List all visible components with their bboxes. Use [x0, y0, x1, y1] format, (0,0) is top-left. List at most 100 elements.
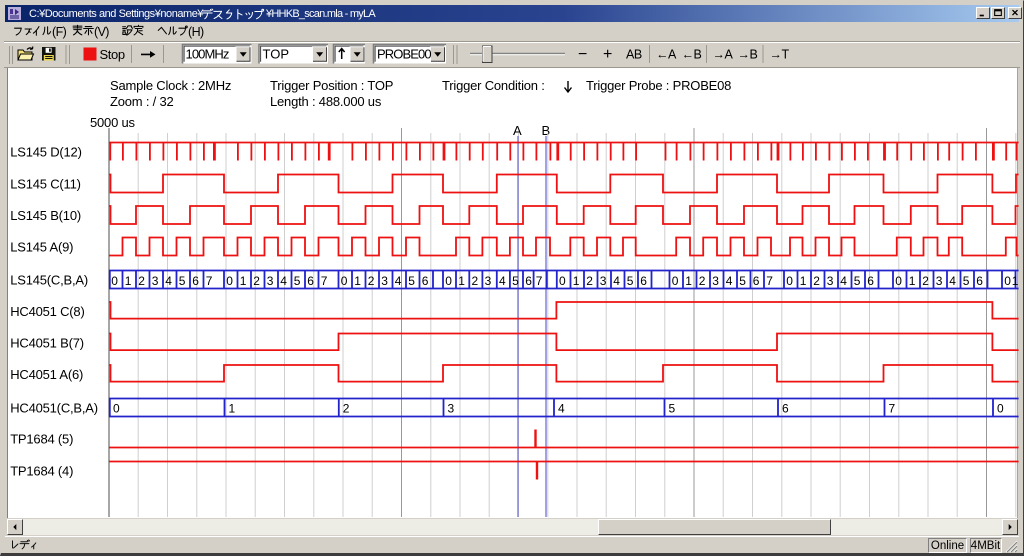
- svg-text:2: 2: [922, 274, 929, 288]
- svg-text:6: 6: [867, 274, 874, 288]
- svg-text:→A: →A: [713, 48, 734, 62]
- svg-text:HC4051 C(8): HC4051 C(8): [10, 304, 84, 319]
- svg-text:←B: ←B: [682, 48, 702, 62]
- svg-text:4: 4: [613, 274, 620, 288]
- svg-text:5: 5: [854, 274, 861, 288]
- svg-text:4: 4: [395, 274, 402, 288]
- svg-text:LS145(C,B,A): LS145(C,B,A): [10, 273, 88, 288]
- svg-text:0: 0: [226, 274, 233, 288]
- svg-text:0: 0: [445, 274, 452, 288]
- svg-text:PROBE00: PROBE00: [377, 47, 431, 62]
- svg-text:→B: →B: [738, 48, 758, 62]
- svg-text:Trigger Probe : PROBE08: Trigger Probe : PROBE08: [586, 78, 731, 93]
- svg-text:4: 4: [840, 274, 847, 288]
- svg-text:5: 5: [512, 274, 519, 288]
- svg-text:0: 0: [559, 274, 566, 288]
- svg-text:4: 4: [949, 274, 956, 288]
- svg-text:1: 1: [800, 274, 807, 288]
- svg-text:Trigger Position : TOP: Trigger Position : TOP: [270, 78, 393, 93]
- svg-text:LS145 D(12): LS145 D(12): [10, 145, 82, 160]
- svg-text:6: 6: [422, 274, 429, 288]
- svg-text:Zoom : / 32: Zoom : / 32: [110, 94, 174, 109]
- svg-text:HC4051 B(7): HC4051 B(7): [10, 336, 84, 351]
- svg-text:7: 7: [536, 274, 543, 288]
- svg-text:Length : 488.000 us: Length : 488.000 us: [270, 94, 382, 109]
- svg-text:7: 7: [766, 274, 773, 288]
- svg-text:5: 5: [669, 402, 676, 416]
- svg-text:0: 0: [1004, 274, 1011, 288]
- svg-text:3: 3: [152, 274, 159, 288]
- svg-text:LS145 A(9): LS145 A(9): [10, 240, 73, 255]
- svg-text:2: 2: [586, 274, 593, 288]
- svg-text:2: 2: [472, 274, 479, 288]
- svg-text:0: 0: [895, 274, 902, 288]
- svg-text:3: 3: [267, 274, 274, 288]
- svg-text:1: 1: [909, 274, 916, 288]
- svg-text:3: 3: [712, 274, 719, 288]
- svg-text:HC4051 A(6): HC4051 A(6): [10, 367, 83, 382]
- svg-text:1: 1: [240, 274, 247, 288]
- svg-text:2: 2: [813, 274, 820, 288]
- svg-text:Sample Clock : 2MHz: Sample Clock : 2MHz: [110, 78, 231, 93]
- svg-text:5: 5: [627, 274, 634, 288]
- svg-text:1: 1: [458, 274, 465, 288]
- svg-text:7: 7: [321, 274, 328, 288]
- svg-text:6: 6: [192, 274, 199, 288]
- svg-text:6: 6: [307, 274, 314, 288]
- svg-text:3: 3: [381, 274, 388, 288]
- svg-text:0: 0: [341, 274, 348, 288]
- svg-text:1: 1: [573, 274, 580, 288]
- svg-text:5000 us: 5000 us: [90, 115, 136, 130]
- svg-text:5: 5: [294, 274, 301, 288]
- svg-text:2: 2: [138, 274, 145, 288]
- svg-text:0: 0: [786, 274, 793, 288]
- svg-text:4: 4: [499, 274, 506, 288]
- svg-text:0: 0: [672, 274, 679, 288]
- svg-text:1: 1: [354, 274, 361, 288]
- svg-text:AB: AB: [626, 48, 642, 62]
- svg-text:7: 7: [889, 402, 896, 416]
- svg-text:5: 5: [179, 274, 186, 288]
- svg-text:Stop: Stop: [100, 47, 125, 62]
- svg-text:3: 3: [448, 402, 455, 416]
- svg-text:+: +: [603, 46, 612, 63]
- svg-text:2: 2: [253, 274, 260, 288]
- svg-text:2: 2: [699, 274, 706, 288]
- svg-text:3: 3: [485, 274, 492, 288]
- svg-text:TP1684 (4): TP1684 (4): [10, 464, 73, 479]
- svg-text:1: 1: [229, 402, 236, 416]
- svg-text:LS145 C(11): LS145 C(11): [10, 177, 81, 192]
- svg-text:TOP: TOP: [263, 47, 290, 62]
- svg-text:5: 5: [408, 274, 415, 288]
- svg-text:1: 1: [125, 274, 132, 288]
- svg-text:3: 3: [600, 274, 607, 288]
- svg-text:4: 4: [726, 274, 733, 288]
- svg-text:LS145 B(10): LS145 B(10): [10, 208, 81, 223]
- svg-text:2: 2: [343, 402, 350, 416]
- svg-text:6: 6: [753, 274, 760, 288]
- svg-text:6: 6: [525, 274, 532, 288]
- svg-text:TP1684 (5): TP1684 (5): [10, 432, 73, 447]
- svg-text:4: 4: [558, 402, 565, 416]
- svg-text:2: 2: [368, 274, 375, 288]
- svg-text:HC4051(C,B,A): HC4051(C,B,A): [10, 401, 98, 416]
- svg-text:0: 0: [113, 402, 120, 416]
- svg-text:0: 0: [111, 274, 118, 288]
- svg-text:4: 4: [280, 274, 287, 288]
- svg-text:4: 4: [165, 274, 172, 288]
- svg-text:←A: ←A: [656, 48, 677, 62]
- svg-text:3: 3: [936, 274, 943, 288]
- svg-text:−: −: [578, 46, 587, 63]
- svg-text:0: 0: [997, 402, 1004, 416]
- svg-text:6: 6: [976, 274, 983, 288]
- svg-text:5: 5: [963, 274, 970, 288]
- svg-text:1: 1: [685, 274, 692, 288]
- svg-text:3: 3: [827, 274, 834, 288]
- svg-text:100MHz: 100MHz: [186, 47, 229, 62]
- svg-text:→T: →T: [770, 48, 790, 62]
- svg-text:6: 6: [782, 402, 789, 416]
- svg-text:1: 1: [1012, 274, 1019, 288]
- svg-text:6: 6: [640, 274, 647, 288]
- svg-text:B: B: [542, 123, 550, 138]
- svg-text:7: 7: [206, 274, 213, 288]
